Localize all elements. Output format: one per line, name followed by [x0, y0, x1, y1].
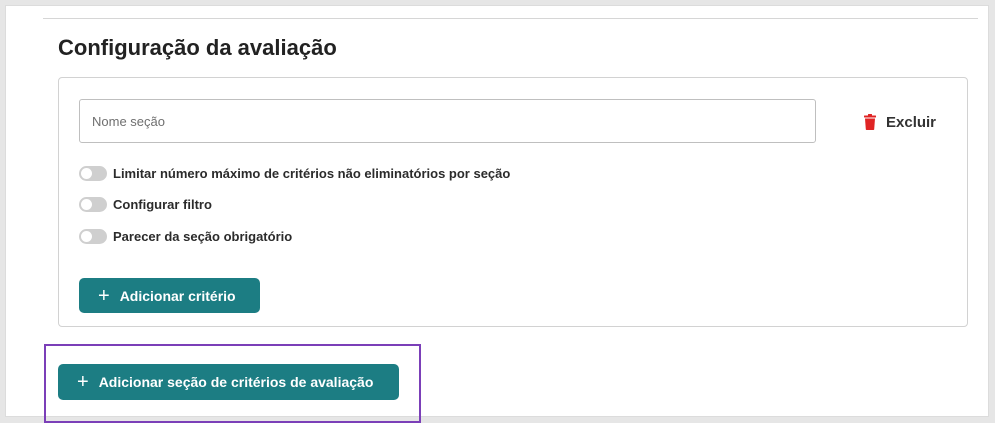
- page-title: Configuração da avaliação: [58, 35, 337, 60]
- delete-label: Excluir: [886, 113, 937, 131]
- trash-icon: [864, 114, 876, 130]
- section-name-input[interactable]: [79, 99, 816, 143]
- toggle-row-configure-filter: Configurar filtro: [79, 195, 212, 213]
- configure-filter-label: Configurar filtro: [113, 196, 212, 212]
- plus-icon: +: [98, 284, 110, 307]
- required-opinion-label: Parecer da seção obrigatório: [113, 228, 293, 244]
- section-card: Excluir Limitar número máximo de critéri…: [58, 77, 968, 327]
- add-section-label: Adicionar seção de critérios de avaliaçã…: [98, 374, 374, 390]
- evaluation-config-panel: Configuração da avaliação Excluir Limita…: [5, 5, 989, 423]
- plus-icon: +: [77, 371, 89, 393]
- add-criterion-button[interactable]: + Adicionar critério: [79, 278, 260, 313]
- toggle-row-limit-criteria: Limitar número máximo de critérios não e…: [79, 164, 510, 182]
- limit-criteria-label: Limitar número máximo de critérios não e…: [113, 165, 511, 181]
- configure-filter-toggle[interactable]: [79, 196, 107, 212]
- delete-section-button[interactable]: Excluir: [864, 112, 936, 132]
- top-divider: [43, 18, 978, 19]
- required-opinion-toggle[interactable]: [79, 228, 107, 244]
- toggle-row-required-opinion: Parecer da seção obrigatório: [79, 227, 292, 245]
- add-criterion-label: Adicionar critério: [119, 287, 236, 304]
- limit-criteria-toggle[interactable]: [79, 165, 107, 181]
- add-section-button[interactable]: + Adicionar seção de critérios de avalia…: [58, 364, 399, 400]
